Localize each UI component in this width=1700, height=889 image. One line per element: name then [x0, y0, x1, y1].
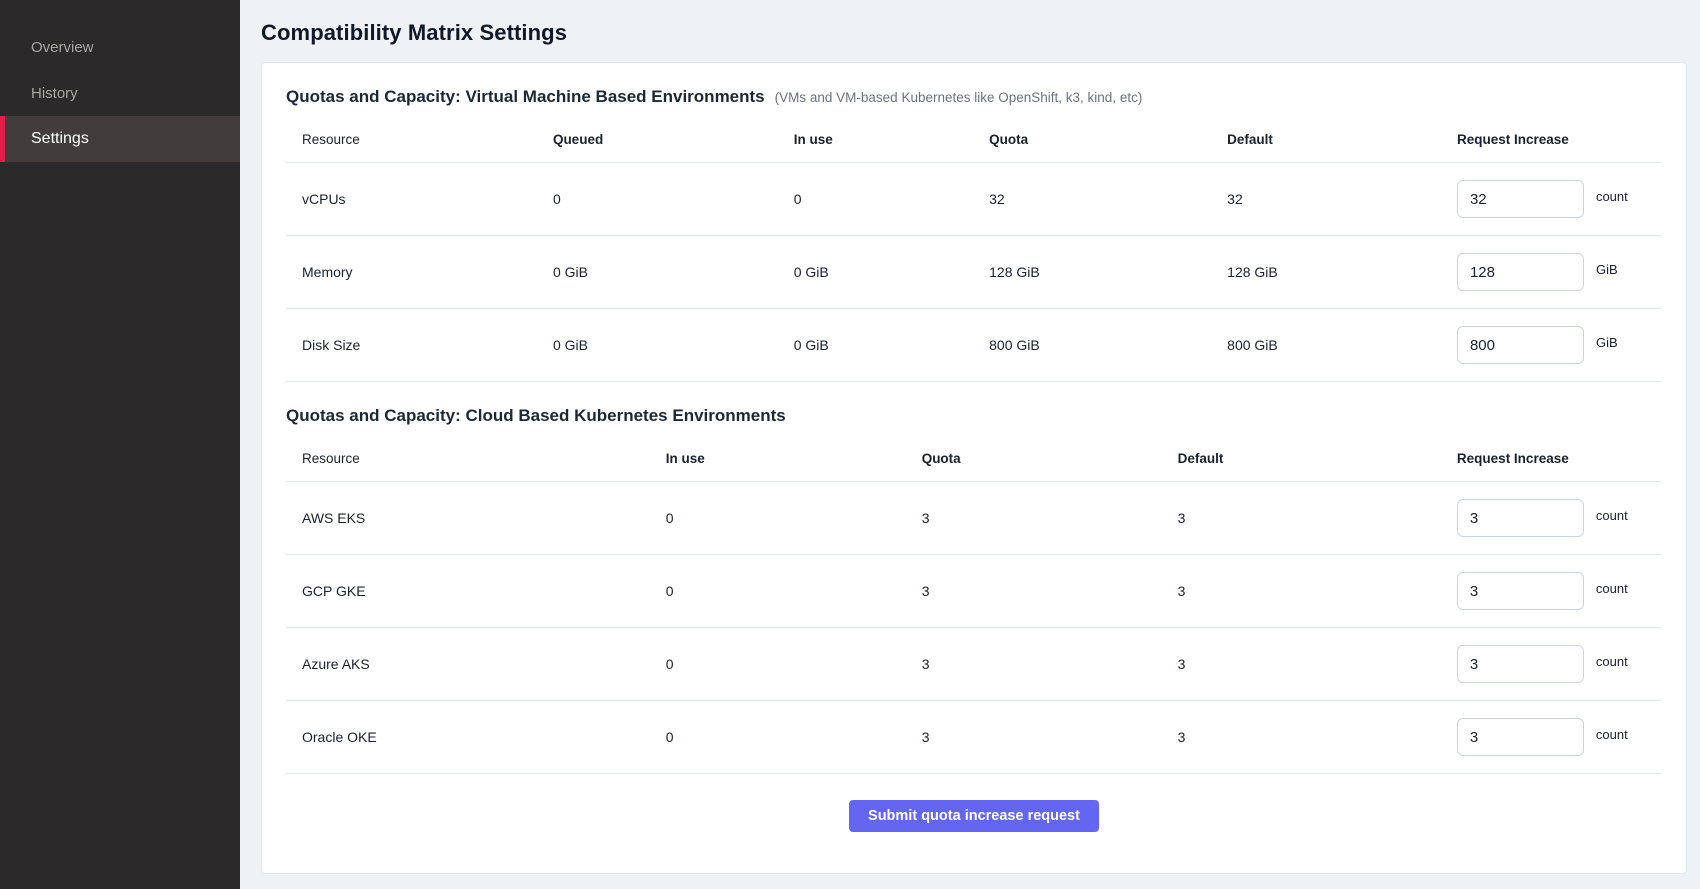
request-increase-cell: GiB [1457, 326, 1662, 364]
resource-name: Azure AKS [286, 656, 666, 672]
resource-name: Disk Size [286, 337, 553, 353]
app-root: Overview History Settings Compatibility … [0, 0, 1700, 889]
column-header-quota: Quota [989, 132, 1227, 147]
in-use-value: 0 [666, 583, 922, 599]
unit-label: count [1596, 727, 1628, 742]
cloud-section-header: Quotas and Capacity: Cloud Based Kuberne… [286, 406, 1662, 426]
request-increase-input[interactable] [1457, 572, 1584, 610]
default-value: 32 [1227, 191, 1457, 207]
unit-label: count [1596, 581, 1628, 596]
column-header-default: Default [1178, 451, 1457, 466]
unit-label: GiB [1596, 335, 1618, 350]
column-header-resource: Resource [286, 132, 553, 147]
request-increase-input[interactable] [1457, 645, 1584, 683]
in-use-value: 0 [666, 656, 922, 672]
default-value: 3 [1178, 510, 1457, 526]
column-header-queued: Queued [553, 132, 794, 147]
unit-label: count [1596, 654, 1628, 669]
vm-section-title: Quotas and Capacity: Virtual Machine Bas… [286, 87, 765, 107]
default-value: 800 GiB [1227, 337, 1457, 353]
table-row: Memory 0 GiB 0 GiB 128 GiB 128 GiB GiB [286, 236, 1662, 309]
vm-section-subtitle: (VMs and VM-based Kubernetes like OpenSh… [775, 90, 1143, 105]
column-header-request-increase: Request Increase [1457, 451, 1662, 466]
column-header-quota: Quota [922, 451, 1178, 466]
in-use-value: 0 [794, 191, 989, 207]
default-value: 128 GiB [1227, 264, 1457, 280]
request-increase-input[interactable] [1457, 499, 1584, 537]
in-use-value: 0 GiB [794, 264, 989, 280]
unit-label: count [1596, 508, 1628, 523]
column-header-in-use: In use [794, 132, 989, 147]
sidebar-item-settings[interactable]: Settings [0, 116, 240, 162]
settings-card: Quotas and Capacity: Virtual Machine Bas… [261, 62, 1687, 874]
sidebar-item-history[interactable]: History [0, 70, 240, 116]
request-increase-cell: count [1457, 572, 1662, 610]
vm-quota-table: Resource Queued In use Quota Default Req… [286, 117, 1662, 382]
table-row: AWS EKS 0 3 3 count [286, 482, 1662, 555]
quota-value: 3 [922, 656, 1178, 672]
unit-label: GiB [1596, 262, 1618, 277]
resource-name: Oracle OKE [286, 729, 666, 745]
table-header-row: Resource In use Quota Default Request In… [286, 436, 1662, 482]
in-use-value: 0 [666, 729, 922, 745]
column-header-in-use: In use [666, 451, 922, 466]
table-row: GCP GKE 0 3 3 count [286, 555, 1662, 628]
submit-button-row: Submit quota increase request [286, 774, 1662, 842]
queued-value: 0 GiB [553, 264, 794, 280]
request-increase-cell: count [1457, 718, 1662, 756]
in-use-value: 0 GiB [794, 337, 989, 353]
default-value: 3 [1178, 583, 1457, 599]
sidebar-item-label: Settings [31, 130, 89, 148]
request-increase-cell: GiB [1457, 253, 1662, 291]
table-row: Disk Size 0 GiB 0 GiB 800 GiB 800 GiB Gi… [286, 309, 1662, 382]
quota-value: 128 GiB [989, 264, 1227, 280]
sidebar: Overview History Settings [0, 0, 240, 889]
submit-quota-button[interactable]: Submit quota increase request [849, 800, 1099, 832]
column-header-resource: Resource [286, 451, 666, 466]
in-use-value: 0 [666, 510, 922, 526]
default-value: 3 [1178, 729, 1457, 745]
quota-value: 32 [989, 191, 1227, 207]
quota-value: 3 [922, 510, 1178, 526]
resource-name: GCP GKE [286, 583, 666, 599]
table-row: Azure AKS 0 3 3 count [286, 628, 1662, 701]
quota-value: 3 [922, 583, 1178, 599]
resource-name: vCPUs [286, 191, 553, 207]
request-increase-cell: count [1457, 645, 1662, 683]
resource-name: AWS EKS [286, 510, 666, 526]
table-row: Oracle OKE 0 3 3 count [286, 701, 1662, 774]
cloud-section-title: Quotas and Capacity: Cloud Based Kuberne… [286, 406, 786, 426]
sidebar-item-label: History [31, 85, 78, 102]
sidebar-active-indicator [0, 116, 5, 162]
sidebar-item-overview[interactable]: Overview [0, 24, 240, 70]
table-row: vCPUs 0 0 32 32 count [286, 163, 1662, 236]
quota-value: 800 GiB [989, 337, 1227, 353]
unit-label: count [1596, 189, 1628, 204]
request-increase-input[interactable] [1457, 326, 1584, 364]
table-header-row: Resource Queued In use Quota Default Req… [286, 117, 1662, 163]
main-content: Compatibility Matrix Settings Quotas and… [240, 0, 1700, 889]
request-increase-input[interactable] [1457, 180, 1584, 218]
column-header-default: Default [1227, 132, 1457, 147]
column-header-request-increase: Request Increase [1457, 132, 1662, 147]
quota-value: 3 [922, 729, 1178, 745]
request-increase-input[interactable] [1457, 718, 1584, 756]
request-increase-input[interactable] [1457, 253, 1584, 291]
resource-name: Memory [286, 264, 553, 280]
vm-section-header: Quotas and Capacity: Virtual Machine Bas… [286, 87, 1662, 107]
queued-value: 0 GiB [553, 337, 794, 353]
cloud-quota-table: Resource In use Quota Default Request In… [286, 436, 1662, 774]
default-value: 3 [1178, 656, 1457, 672]
request-increase-cell: count [1457, 180, 1662, 218]
page-title: Compatibility Matrix Settings [261, 20, 1687, 46]
queued-value: 0 [553, 191, 794, 207]
request-increase-cell: count [1457, 499, 1662, 537]
sidebar-item-label: Overview [31, 39, 94, 56]
